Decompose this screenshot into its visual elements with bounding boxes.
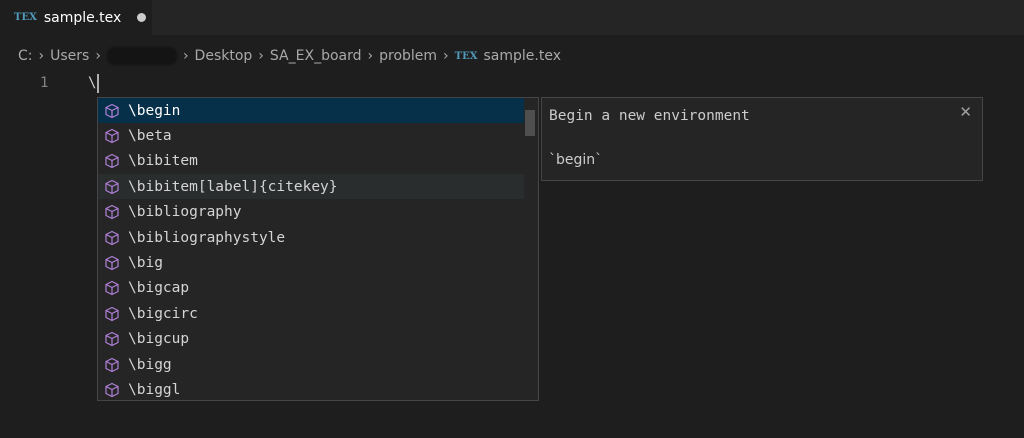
- suggestion-label: \bibitem[label]{citekey}: [128, 178, 338, 195]
- chevron-right-icon: ›: [38, 48, 45, 64]
- suggestion-item[interactable]: \bibitem: [98, 149, 524, 174]
- suggest-scrollbar[interactable]: [525, 110, 535, 136]
- suggestion-item[interactable]: \bibliography: [98, 200, 524, 225]
- redacted-username[interactable]: [106, 47, 177, 65]
- cube-icon: [105, 255, 119, 270]
- cube-icon: [105, 204, 119, 220]
- suggestion-label: \bigcirc: [128, 305, 198, 322]
- chevron-right-icon: ›: [367, 48, 374, 64]
- suggest-widget[interactable]: \begin \beta \bibitem \bibitem[label]{citek…: [97, 97, 539, 401]
- cube-icon: [105, 103, 119, 118]
- suggestion-label: \bibitem: [128, 153, 198, 170]
- suggestion-item[interactable]: \biggl: [98, 377, 524, 400]
- suggestion-item[interactable]: \begin: [98, 98, 524, 123]
- breadcrumb-item-users[interactable]: Users: [50, 48, 89, 64]
- suggestion-label: \beta: [128, 127, 172, 144]
- chevron-right-icon: ›: [258, 48, 264, 64]
- breadcrumb-item-sa-ex-board[interactable]: SA_EX_board: [270, 48, 362, 64]
- details-documentation: `begin`: [549, 152, 603, 168]
- suggestion-item[interactable]: \big: [98, 250, 524, 275]
- details-description: Begin a new environment: [549, 108, 750, 124]
- suggestion-item[interactable]: \bigcap: [98, 276, 524, 301]
- suggestion-label: \bibliography: [128, 204, 242, 221]
- suggestion-item[interactable]: \bigcup: [98, 327, 524, 352]
- suggestion-label: \bigcup: [128, 331, 190, 348]
- text-cursor: [97, 74, 99, 93]
- breadcrumb: C: › Users › › Desktop › SA_EX_board › p…: [0, 44, 561, 68]
- chevron-right-icon: ›: [443, 48, 449, 64]
- suggestion-label: \big: [128, 254, 163, 271]
- suggestion-label: \bibliographystyle: [128, 229, 286, 246]
- suggestion-label: \biggl: [128, 381, 181, 398]
- suggestion-item[interactable]: \bigcirc: [98, 301, 524, 326]
- suggestion-item[interactable]: \bigg: [98, 352, 524, 377]
- suggestion-item[interactable]: \bibitem[label]{citekey}: [98, 174, 524, 200]
- close-icon[interactable]: ✕: [959, 103, 972, 121]
- cube-icon: [105, 382, 119, 397]
- tab-sample-tex[interactable]: TEX sample.tex: [0, 0, 152, 35]
- suggestion-label: \begin: [128, 102, 181, 119]
- cube-icon: [105, 331, 119, 347]
- breadcrumb-item-file[interactable]: sample.tex: [483, 48, 561, 64]
- unsaved-dot-icon[interactable]: [137, 13, 147, 22]
- cube-icon: [105, 154, 119, 169]
- breadcrumb-item-problem[interactable]: problem: [379, 48, 437, 64]
- breadcrumb-item-drive[interactable]: C:: [18, 48, 33, 64]
- cube-icon: [105, 230, 119, 245]
- cube-icon: [105, 128, 119, 143]
- cube-icon: [105, 357, 119, 372]
- tex-file-icon: TEX: [14, 12, 37, 23]
- cube-icon: [105, 281, 119, 296]
- suggestion-label: \bigcap: [128, 280, 190, 297]
- tab-label: sample.tex: [43, 9, 122, 26]
- suggestion-item[interactable]: \beta: [98, 123, 524, 148]
- breadcrumb-item-desktop[interactable]: Desktop: [195, 48, 253, 64]
- chevron-right-icon: ›: [182, 48, 189, 64]
- suggestion-label: \bigg: [128, 356, 172, 373]
- tab-bar: TEX sample.tex: [0, 0, 1024, 35]
- code-line[interactable]: \: [88, 75, 96, 91]
- line-number: 1: [40, 75, 49, 91]
- suggest-details: Begin a new environment `begin` ✕: [541, 97, 983, 181]
- cube-icon: [105, 306, 119, 321]
- cube-icon: [105, 179, 119, 194]
- suggestion-item[interactable]: \bibliographystyle: [98, 225, 524, 250]
- tex-file-icon: TEX: [454, 50, 478, 62]
- chevron-right-icon: ›: [95, 48, 101, 64]
